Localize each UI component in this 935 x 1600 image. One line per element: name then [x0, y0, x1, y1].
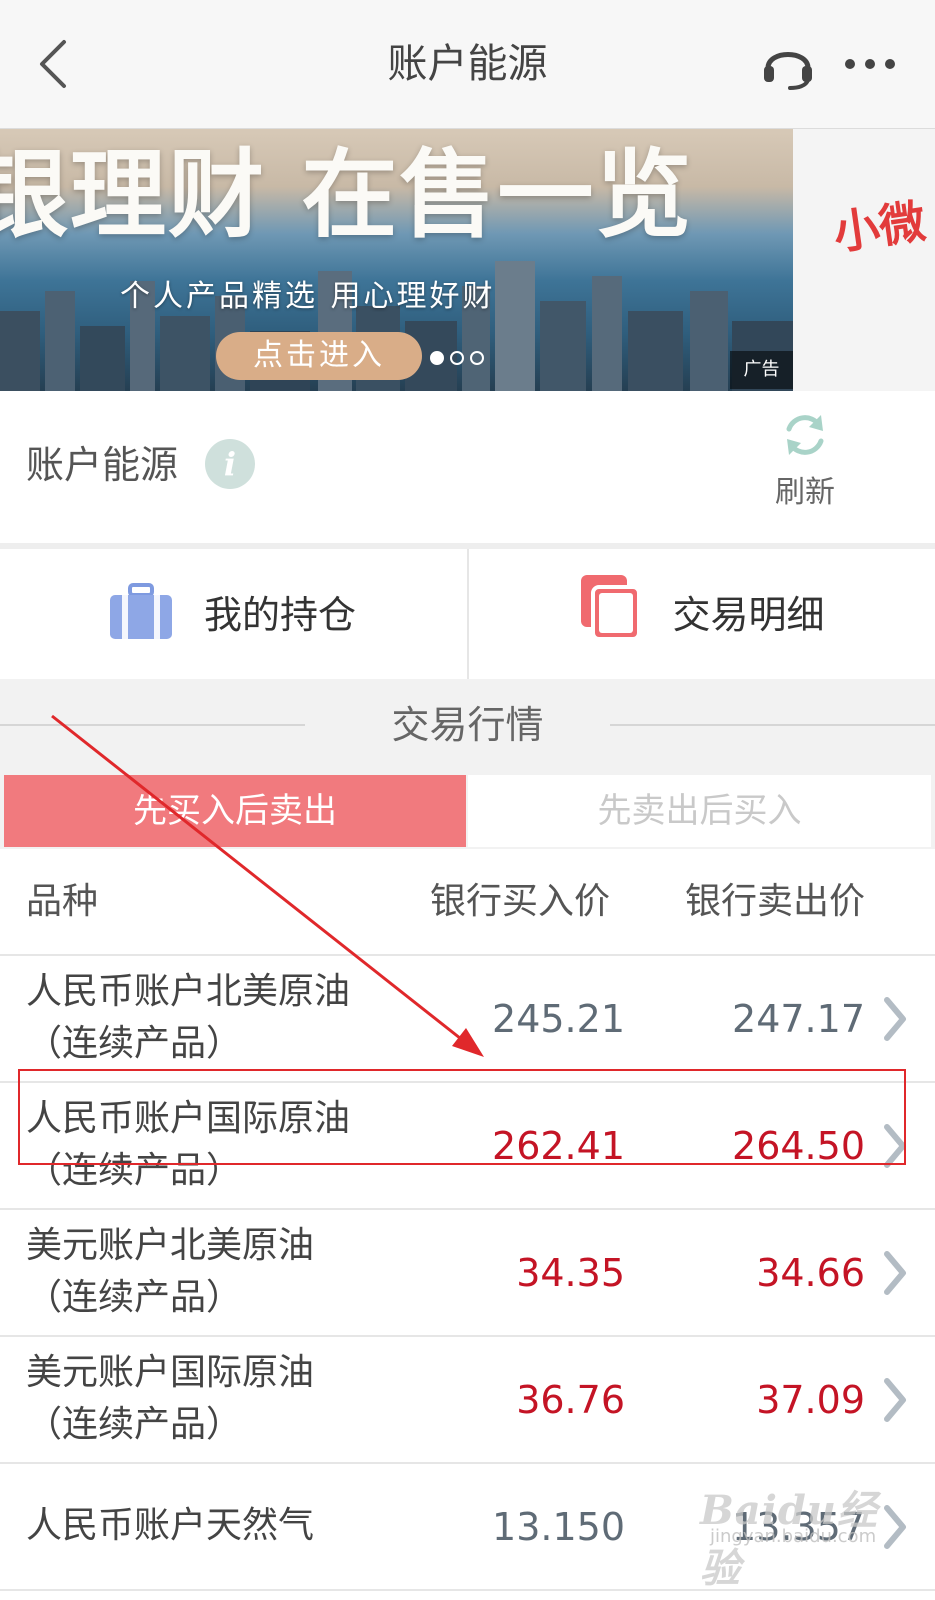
- price-table-header: 品种 银行买入价 银行卖出价: [0, 851, 935, 956]
- carousel-indicator: [430, 351, 484, 365]
- product-name: 美元账户国际原油 （连续产品）: [26, 1347, 446, 1451]
- my-holdings-label: 我的持仓: [204, 593, 357, 637]
- price-table: 人民币账户北美原油 （连续产品） 245.21 247.17 人民币账户国际原油…: [0, 956, 935, 1591]
- banner-cta-button[interactable]: 点击进入: [216, 332, 422, 380]
- bank-sell-price: 247.17: [732, 997, 865, 1041]
- market-title-text: 交易行情: [391, 703, 544, 747]
- bank-buy-price: 34.35: [516, 1251, 625, 1295]
- transaction-details-button[interactable]: 交易明细: [466, 549, 935, 679]
- product-name-line1: 人民币账户北美原油: [26, 971, 351, 1012]
- ad-badge: 广告: [730, 351, 793, 389]
- bank-buy-price: 13.150: [492, 1505, 625, 1549]
- bank-sell-price: 13.357: [732, 1505, 865, 1549]
- carousel-dot-active[interactable]: [430, 351, 444, 365]
- bank-sell-price: 37.09: [756, 1378, 865, 1422]
- trade-direction-tabs: 先买入后卖出 先卖出后买入: [0, 771, 935, 849]
- table-row[interactable]: 美元账户国际原油 （连续产品） 36.76 37.09: [0, 1337, 935, 1464]
- chevron-right-icon: [884, 1378, 906, 1422]
- bank-buy-price: 245.21: [492, 997, 625, 1041]
- table-row[interactable]: 人民币账户天然气 13.150 13.357: [0, 1464, 935, 1591]
- refresh-label: 刷新: [775, 475, 835, 510]
- product-name-line1: 美元账户国际原油: [26, 1352, 315, 1393]
- product-name-line1: 美元账户北美原油: [26, 1225, 315, 1266]
- next-slide-text: 小微: [830, 193, 929, 261]
- bank-sell-price: 34.66: [756, 1251, 865, 1295]
- chevron-right-icon: [884, 1251, 906, 1295]
- chevron-right-icon: [884, 997, 906, 1041]
- product-name-line2: （连续产品）: [26, 1277, 243, 1318]
- transaction-details-label: 交易明细: [672, 593, 825, 637]
- market-section-title: 交易行情: [0, 679, 935, 771]
- banner-headline: 银理财 在售一览: [0, 138, 694, 251]
- top-nav-bar: 账户能源: [0, 0, 935, 129]
- banner-next-slide[interactable]: 小微: [793, 129, 935, 391]
- product-name: 人民币账户天然气: [26, 1500, 446, 1552]
- account-energy-header: 账户能源 i 刷新: [0, 391, 935, 549]
- chevron-right-icon: [884, 1505, 906, 1549]
- more-dots-icon[interactable]: [840, 40, 900, 88]
- product-name-line2: （连续产品）: [26, 1023, 243, 1064]
- carousel-dot[interactable]: [470, 351, 484, 365]
- column-header-product: 品种: [26, 881, 99, 922]
- column-header-bank-sell: 银行卖出价: [684, 881, 865, 922]
- banner-slide[interactable]: 银理财 在售一览 个人产品精选 用心理好财 点击进入 广告: [0, 129, 793, 391]
- column-header-bank-buy: 银行买入价: [429, 881, 610, 922]
- product-name-line1: 人民币账户国际原油: [26, 1098, 351, 1139]
- banner-subtitle: 个人产品精选 用心理好财: [120, 279, 496, 314]
- refresh-icon: [786, 415, 824, 455]
- refresh-button[interactable]: 刷新: [760, 409, 850, 519]
- chevron-right-icon: [884, 1124, 906, 1168]
- bank-sell-price: 264.50: [732, 1124, 865, 1168]
- table-row[interactable]: 人民币账户国际原油 （连续产品） 262.41 264.50: [0, 1083, 935, 1210]
- section-title: 账户能源: [26, 443, 179, 487]
- bank-buy-price: 262.41: [492, 1124, 625, 1168]
- headset-icon[interactable]: [760, 38, 816, 90]
- quick-actions: 我的持仓 交易明细: [0, 549, 935, 679]
- table-row[interactable]: 美元账户北美原油 （连续产品） 34.35 34.66: [0, 1210, 935, 1337]
- product-name-line2: （连续产品）: [26, 1404, 243, 1445]
- product-name: 人民币账户国际原油 （连续产品）: [26, 1093, 446, 1197]
- product-name-line2: （连续产品）: [26, 1150, 243, 1191]
- promo-banner-carousel: 银理财 在售一览 个人产品精选 用心理好财 点击进入 广告 小微: [0, 129, 935, 391]
- tab-buy-first[interactable]: 先买入后卖出: [4, 775, 466, 847]
- documents-icon: [580, 575, 641, 641]
- info-icon[interactable]: i: [205, 439, 255, 489]
- my-holdings-button[interactable]: 我的持仓: [0, 549, 467, 679]
- table-row[interactable]: 人民币账户北美原油 （连续产品） 245.21 247.17: [0, 956, 935, 1083]
- product-name-line1: 人民币账户天然气: [26, 1505, 315, 1546]
- product-name: 美元账户北美原油 （连续产品）: [26, 1220, 446, 1324]
- bank-buy-price: 36.76: [516, 1378, 625, 1422]
- carousel-dot[interactable]: [450, 351, 464, 365]
- tab-sell-first[interactable]: 先卖出后买入: [468, 775, 931, 847]
- product-name: 人民币账户北美原油 （连续产品）: [26, 966, 446, 1070]
- briefcase-icon: [110, 583, 172, 639]
